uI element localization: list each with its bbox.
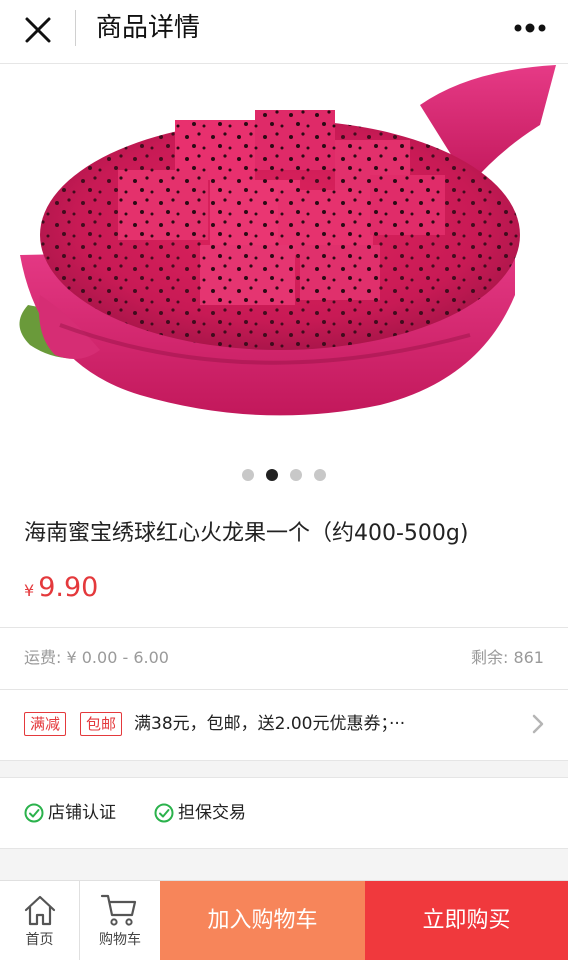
guarantee-label: 担保交易 bbox=[178, 803, 246, 823]
carousel-indicator bbox=[0, 464, 568, 481]
carousel-dot-active[interactable] bbox=[266, 468, 278, 481]
price-amount: 9.90 bbox=[38, 572, 99, 603]
product-detail-page: 商品详情 海南蜜宝绣球红心火龙果一个（约400-500g) ¥ 9.90 运费:… bbox=[0, 0, 568, 960]
top-bar: 商品详情 bbox=[0, 0, 568, 64]
product-title: 海南蜜宝绣球红心火龙果一个（约400-500g) bbox=[24, 521, 469, 546]
divider bbox=[0, 689, 568, 690]
more-dots-icon bbox=[514, 23, 546, 33]
cart-button[interactable]: 购物车 bbox=[80, 881, 160, 960]
promotion-row[interactable]: 满减 包邮 满38元，包邮，送2.00元优惠券；··· bbox=[24, 706, 546, 746]
currency-symbol: ¥ bbox=[24, 581, 35, 600]
cart-label: 购物车 bbox=[99, 932, 141, 948]
shopping-cart-icon bbox=[100, 894, 137, 926]
check-circle-icon bbox=[24, 803, 44, 823]
check-circle-icon bbox=[154, 803, 174, 823]
add-to-cart-button[interactable]: 加入购物车 bbox=[160, 881, 365, 960]
promo-tag-free-shipping: 包邮 bbox=[80, 712, 123, 736]
carousel-dot[interactable] bbox=[290, 468, 302, 481]
home-label: 首页 bbox=[25, 932, 54, 948]
product-image-gallery[interactable] bbox=[0, 65, 568, 453]
bottom-action-bar: 首页 购物车 加入购物车 立即购买 bbox=[0, 880, 568, 960]
more-button[interactable] bbox=[510, 12, 550, 44]
divider bbox=[0, 627, 568, 628]
promo-text: 满38元，包邮，送2.00元优惠券；··· bbox=[134, 714, 406, 734]
close-button[interactable] bbox=[20, 12, 56, 48]
section-gap bbox=[0, 848, 568, 880]
product-image bbox=[19, 65, 556, 416]
carousel-dot[interactable] bbox=[314, 468, 326, 481]
chevron-right-icon bbox=[532, 714, 544, 734]
home-button[interactable]: 首页 bbox=[0, 881, 79, 960]
shipping-stock-row: 运费: ¥ 0.00 - 6.00 剩余: 861 bbox=[24, 640, 544, 676]
home-icon bbox=[24, 895, 56, 926]
product-price: ¥9.90 bbox=[24, 568, 98, 608]
buy-now-button[interactable]: 立即购买 bbox=[365, 881, 568, 960]
carousel-dot[interactable] bbox=[242, 468, 254, 481]
promo-tag-discount: 满减 bbox=[24, 712, 67, 736]
stock-remaining: 剩余: 861 bbox=[470, 648, 544, 667]
guarantee-label: 店铺认证 bbox=[48, 803, 116, 823]
page-title: 商品详情 bbox=[96, 13, 201, 43]
header-divider bbox=[75, 10, 76, 46]
close-icon bbox=[25, 17, 51, 43]
section-gap bbox=[0, 760, 568, 778]
shipping-fee: 运费: ¥ 0.00 - 6.00 bbox=[24, 648, 169, 667]
